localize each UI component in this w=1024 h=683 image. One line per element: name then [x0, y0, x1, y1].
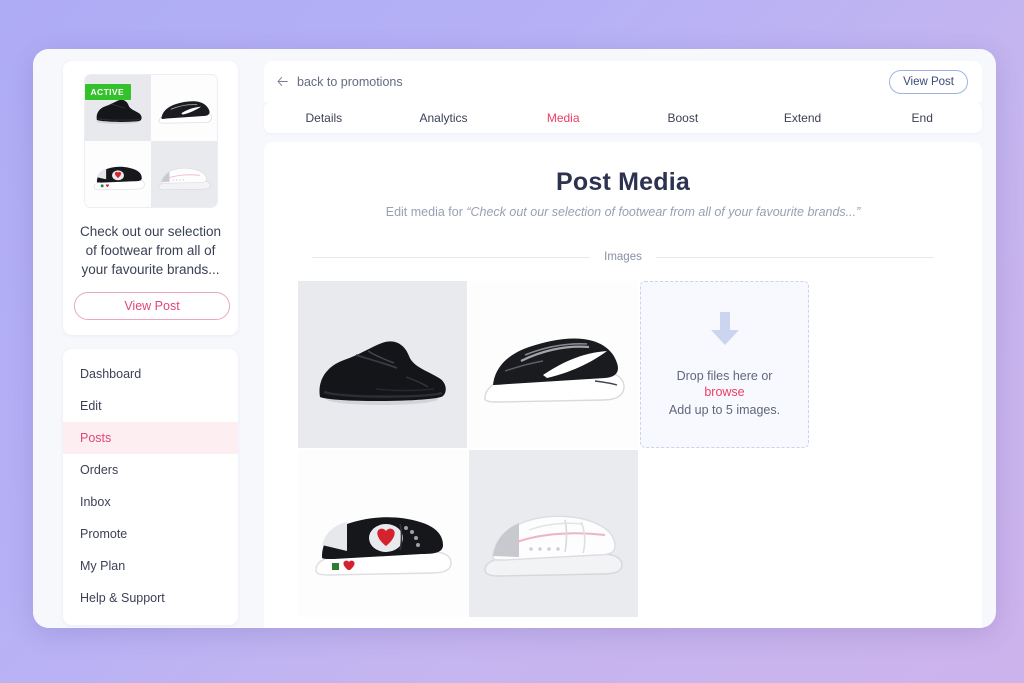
tab-bar: Details Analytics Media Boost Extend End	[264, 102, 982, 133]
sidebar-item-orders[interactable]: Orders	[63, 454, 238, 486]
tab-extend[interactable]: Extend	[743, 111, 863, 125]
sidebar: ACTIVE Check out our selection of footwe…	[33, 49, 250, 628]
page-title: Post Media	[556, 168, 690, 196]
promo-thumbnail-grid: ACTIVE	[83, 74, 218, 208]
tab-end[interactable]: End	[862, 111, 982, 125]
page-subtitle-prefix: Edit media for	[385, 205, 467, 219]
black-running-shoe-icon	[319, 341, 446, 405]
black-heart-sneaker-icon	[315, 517, 452, 576]
black-heart-sneaker-icon	[93, 166, 145, 191]
app-window: ACTIVE Check out our selection of footwe…	[33, 49, 996, 628]
promo-thumb-2	[150, 75, 217, 141]
dropzone-line-3: Add up to 5 images.	[668, 403, 781, 417]
sidebar-item-my-plan[interactable]: My Plan	[63, 550, 238, 582]
sidebar-item-promote[interactable]: Promote	[63, 518, 238, 550]
topbar: back to promotions View Post	[264, 61, 982, 102]
images-section-divider: Images	[312, 251, 934, 263]
promo-thumb-4	[150, 141, 217, 207]
page-subtitle-quote: “Check out our selection of footwear fro…	[466, 205, 861, 219]
arrow-left-icon	[277, 76, 288, 87]
tab-media[interactable]: Media	[503, 111, 623, 125]
sidebar-item-help-support[interactable]: Help & Support	[63, 582, 238, 614]
tab-details[interactable]: Details	[264, 111, 384, 125]
download-arrow-icon	[710, 312, 739, 351]
page-subtitle: Edit media for “Check out our selection …	[284, 205, 962, 219]
divider-rule-right	[655, 256, 934, 258]
image-grid: Drop files here or browse Add up to 5 im…	[284, 281, 962, 617]
back-to-promotions-label: back to promotions	[297, 74, 403, 89]
sidebar-item-dashboard[interactable]: Dashboard	[63, 358, 238, 390]
sidebar-item-inbox[interactable]: Inbox	[63, 486, 238, 518]
main-column: back to promotions View Post Details Ana…	[250, 49, 996, 628]
sidebar-view-post-button[interactable]: View Post	[74, 292, 230, 320]
dropzone[interactable]: Drop files here or browse Add up to 5 im…	[640, 281, 809, 448]
promo-card: ACTIVE Check out our selection of footwe…	[63, 61, 238, 335]
dropzone-line-1: Drop files here or	[676, 369, 773, 383]
dropzone-browse-link[interactable]: browse	[704, 385, 744, 399]
post-media-panel: Post Media Edit media for “Check out our…	[264, 142, 982, 628]
images-section-label: Images	[604, 251, 642, 263]
promo-thumb-3	[84, 141, 151, 207]
status-badge: ACTIVE	[84, 84, 132, 100]
divider-rule-left	[312, 256, 591, 258]
sidebar-item-edit[interactable]: Edit	[63, 390, 238, 422]
tab-analytics[interactable]: Analytics	[384, 111, 504, 125]
white-adidas-continental-icon	[158, 167, 211, 191]
sidebar-nav: Dashboard Edit Posts Orders Inbox Promot…	[63, 349, 238, 625]
media-image-1[interactable]	[298, 281, 467, 448]
white-adidas-continental-icon	[484, 515, 623, 577]
topbar-view-post-button[interactable]: View Post	[889, 69, 968, 94]
tab-boost[interactable]: Boost	[623, 111, 743, 125]
sidebar-item-posts[interactable]: Posts	[63, 422, 238, 454]
nike-zoom-fly-shoe-icon	[484, 338, 625, 403]
back-to-promotions-link[interactable]: back to promotions	[270, 75, 403, 89]
promo-title: Check out our selection of footwear from…	[79, 224, 222, 277]
media-image-2[interactable]	[469, 281, 638, 448]
nike-zoom-fly-shoe-icon	[158, 101, 212, 124]
media-image-3[interactable]	[298, 450, 467, 617]
media-image-4[interactable]	[469, 450, 638, 617]
